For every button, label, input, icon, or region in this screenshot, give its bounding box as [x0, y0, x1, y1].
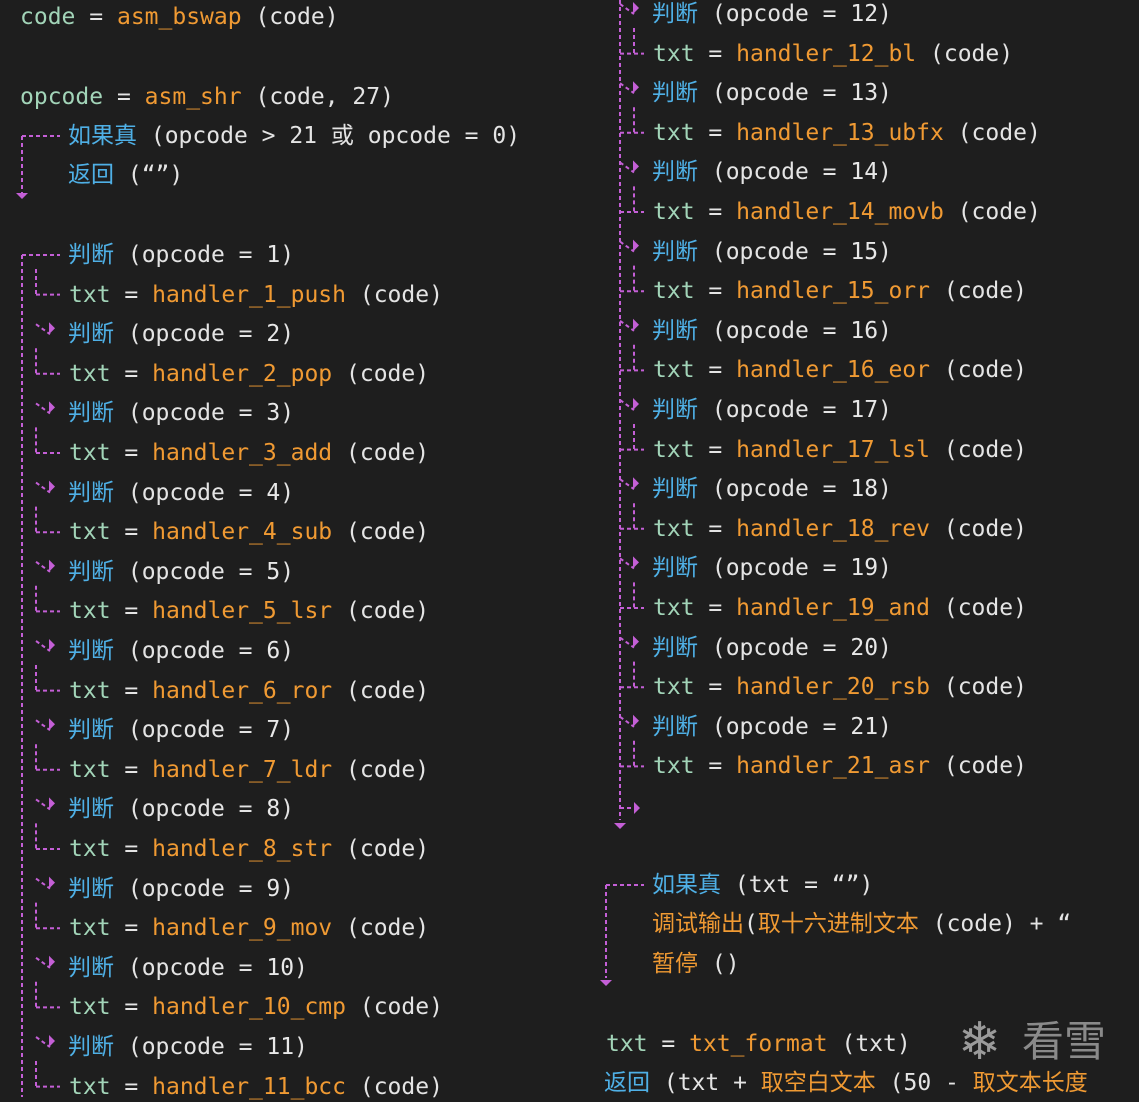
watermark-text: 看雪	[1022, 1017, 1107, 1066]
case-judge-6[interactable]: 判断 (opcode = 6)	[68, 636, 294, 666]
case-txt-assign-20[interactable]: txt = handler_20_rsb (code)	[653, 672, 1027, 702]
case-txt-assign-10[interactable]: txt = handler_10_cmp (code)	[69, 992, 443, 1022]
case-txt-assign-8[interactable]: txt = handler_8_str (code)	[69, 834, 429, 864]
return-format-line[interactable]: 返回 (txt + 取空白文本 (50 - 取文本长度	[604, 1068, 1088, 1098]
case-judge-16[interactable]: 判断 (opcode = 16)	[652, 316, 892, 346]
case-txt-assign-5[interactable]: txt = handler_5_lsr (code)	[69, 596, 429, 626]
debug-output-line[interactable]: 调试输出(取十六进制文本 (code) + “	[652, 909, 1071, 939]
case-txt-assign-19[interactable]: txt = handler_19_and (code)	[653, 593, 1027, 623]
case-txt-assign-3[interactable]: txt = handler_3_add (code)	[69, 438, 429, 468]
case-txt-assign-17[interactable]: txt = handler_17_lsl (code)	[653, 435, 1027, 465]
case-judge-7[interactable]: 判断 (opcode = 7)	[68, 715, 294, 745]
case-txt-assign-15[interactable]: txt = handler_15_orr (code)	[653, 276, 1027, 306]
case-txt-assign-11[interactable]: txt = handler_11_bcc (code)	[69, 1072, 443, 1102]
case-txt-assign-16[interactable]: txt = handler_16_eor (code)	[653, 355, 1027, 385]
pause-line[interactable]: 暂停 ()	[652, 949, 740, 979]
case-txt-assign-2[interactable]: txt = handler_2_pop (code)	[69, 359, 429, 389]
case-judge-15[interactable]: 判断 (opcode = 15)	[652, 237, 892, 267]
if-true-opcode-range[interactable]: 如果真 (opcode > 21 或 opcode = 0)	[68, 121, 520, 151]
return-empty-line[interactable]: 返回 (“”)	[68, 160, 183, 190]
opcode-assign-line[interactable]: opcode = asm_shr (code, 27)	[20, 82, 394, 112]
case-txt-assign-12[interactable]: txt = handler_12_bl (code)	[653, 39, 1013, 69]
case-txt-assign-4[interactable]: txt = handler_4_sub (code)	[69, 517, 429, 547]
case-judge-12[interactable]: 判断 (opcode = 12)	[652, 0, 892, 29]
case-judge-13[interactable]: 判断 (opcode = 13)	[652, 78, 892, 108]
case-judge-18[interactable]: 判断 (opcode = 18)	[652, 474, 892, 504]
case-txt-assign-13[interactable]: txt = handler_13_ubfx (code)	[653, 118, 1041, 148]
case-judge-3[interactable]: 判断 (opcode = 3)	[68, 398, 294, 428]
case-txt-assign-18[interactable]: txt = handler_18_rev (code)	[653, 514, 1027, 544]
case-judge-21[interactable]: 判断 (opcode = 21)	[652, 712, 892, 742]
case-judge-19[interactable]: 判断 (opcode = 19)	[652, 553, 892, 583]
watermark: ❄ 看雪	[958, 1008, 1118, 1072]
case-judge-14[interactable]: 判断 (opcode = 14)	[652, 157, 892, 187]
case-txt-assign-14[interactable]: txt = handler_14_movb (code)	[653, 197, 1041, 227]
case-txt-assign-21[interactable]: txt = handler_21_asr (code)	[653, 751, 1027, 781]
case-judge-4[interactable]: 判断 (opcode = 4)	[68, 478, 294, 508]
case-txt-assign-1[interactable]: txt = handler_1_push (code)	[69, 280, 443, 310]
snowflake-icon: ❄	[958, 1012, 1002, 1072]
case-judge-8[interactable]: 判断 (opcode = 8)	[68, 794, 294, 824]
case-judge-10[interactable]: 判断 (opcode = 10)	[68, 953, 308, 983]
case-judge-9[interactable]: 判断 (opcode = 9)	[68, 874, 294, 904]
case-judge-20[interactable]: 判断 (opcode = 20)	[652, 633, 892, 663]
case-judge-2[interactable]: 判断 (opcode = 2)	[68, 319, 294, 349]
case-judge-17[interactable]: 判断 (opcode = 17)	[652, 395, 892, 425]
code-assign-line[interactable]: code = asm_bswap (code)	[20, 2, 339, 32]
case-txt-assign-9[interactable]: txt = handler_9_mov (code)	[69, 913, 429, 943]
case-txt-assign-7[interactable]: txt = handler_7_ldr (code)	[69, 755, 429, 785]
txt-format-line[interactable]: txt = txt_format (txt)	[606, 1029, 911, 1059]
case-judge-1[interactable]: 判断 (opcode = 1)	[68, 240, 294, 270]
if-true-empty-txt[interactable]: 如果真 (txt = “”)	[652, 870, 873, 900]
case-txt-assign-6[interactable]: txt = handler_6_ror (code)	[69, 676, 429, 706]
case-judge-11[interactable]: 判断 (opcode = 11)	[68, 1032, 308, 1062]
case-judge-5[interactable]: 判断 (opcode = 5)	[68, 557, 294, 587]
